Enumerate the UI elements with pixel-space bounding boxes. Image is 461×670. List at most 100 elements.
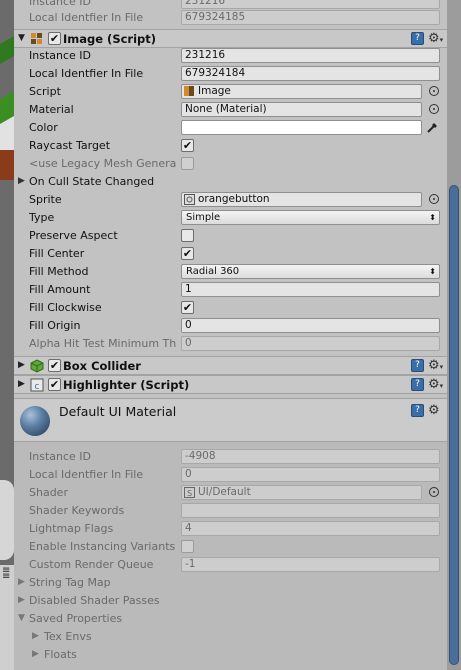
component-enabled-checkbox[interactable]: ✔ <box>48 359 61 372</box>
foldout-closed-icon[interactable]: ▶ <box>18 577 25 587</box>
material-preview-sphere <box>20 406 50 436</box>
tex-envs-row[interactable]: ▶ Tex Envs <box>14 628 447 646</box>
disabled-passes-label: Disabled Shader Passes <box>29 594 160 607</box>
saved-props-row[interactable]: ▼ Saved Properties <box>14 610 447 628</box>
alpha-hit-field[interactable]: 0 <box>181 336 440 351</box>
local-id-field[interactable]: 0 <box>181 467 440 482</box>
image-script-header[interactable]: ▼ ✔ Image (Script) ? ⚙▾ <box>14 29 447 48</box>
help-book-icon[interactable]: ? <box>411 404 424 417</box>
on-cull-label: On Cull State Changed <box>29 175 155 188</box>
gear-icon[interactable]: ⚙▾ <box>428 31 443 46</box>
csharp-script-icon: c <box>30 378 44 392</box>
foldout-closed-icon[interactable]: ▶ <box>32 631 39 641</box>
sprite-icon <box>184 194 195 205</box>
material-field[interactable]: None (Material) <box>181 102 422 117</box>
fill-origin-row: Fill Origin 0 <box>14 317 447 335</box>
sprite-field[interactable]: orangebutton <box>181 192 422 207</box>
svg-text:c: c <box>35 382 40 392</box>
menu-icon[interactable]: ≡ ≡ <box>2 566 10 582</box>
color-swatch[interactable] <box>181 120 422 135</box>
instancing-label: Enable Instancing Variants <box>29 540 176 553</box>
fill-clockwise-label: Fill Clockwise <box>29 301 102 314</box>
fill-center-row: Fill Center ✔ <box>14 245 447 263</box>
dropdown-arrow-icon: ⬍ <box>429 267 436 276</box>
instance-id-field[interactable]: -4908 <box>181 449 440 464</box>
component-title: Box Collider <box>63 359 141 373</box>
local-id-field[interactable]: 679324184 <box>181 66 440 81</box>
local-id-label: Local Identfier In File <box>29 11 144 24</box>
instance-id-field[interactable]: 231216 <box>181 0 440 9</box>
help-book-icon[interactable]: ? <box>411 378 424 391</box>
local-id-field[interactable]: 679324185 <box>181 10 440 25</box>
object-picker-icon[interactable] <box>429 487 439 497</box>
raycast-checkbox[interactable]: ✔ <box>181 139 194 152</box>
inspector-scrollbar[interactable] <box>447 0 461 670</box>
script-row: Script Image <box>14 83 447 101</box>
gear-icon[interactable]: ⚙ <box>428 403 440 418</box>
render-queue-label: Custom Render Queue <box>29 558 154 571</box>
fill-method-dropdown[interactable]: Radial 360 ⬍ <box>181 264 440 279</box>
foldout-closed-icon[interactable]: ▶ <box>18 595 25 605</box>
alpha-hit-row: Alpha Hit Test Minimum Th 0 <box>14 335 447 353</box>
local-id-label: Local Identfier In File <box>29 468 144 481</box>
instance-id-label: Instance ID <box>29 49 91 62</box>
legacy-mesh-checkbox[interactable] <box>181 157 194 170</box>
fill-origin-field[interactable]: 0 <box>181 318 440 333</box>
fill-clockwise-row: Fill Clockwise ✔ <box>14 299 447 317</box>
help-book-icon[interactable]: ? <box>411 359 424 372</box>
instancing-checkbox[interactable] <box>181 540 194 553</box>
lightmap-flags-field[interactable]: 4 <box>181 521 440 536</box>
component-enabled-checkbox[interactable]: ✔ <box>48 378 61 391</box>
shader-field[interactable]: S UI/Default <box>181 485 422 500</box>
type-dropdown[interactable]: Simple ⬍ <box>181 210 440 225</box>
fill-method-row: Fill Method Radial 360 ⬍ <box>14 263 447 281</box>
fill-amount-field[interactable]: 1 <box>181 282 440 297</box>
raycast-label: Raycast Target <box>29 139 111 152</box>
shader-icon: S <box>184 487 195 498</box>
box-collider-header[interactable]: ▶ ✔ Box Collider ? ⚙▾ <box>14 356 447 375</box>
fill-amount-row: Fill Amount 1 <box>14 281 447 299</box>
fill-center-checkbox[interactable]: ✔ <box>181 247 194 260</box>
on-cull-row[interactable]: ▶ On Cull State Changed <box>14 173 447 191</box>
object-picker-icon[interactable] <box>429 194 439 204</box>
help-book-icon[interactable]: ? <box>411 32 424 45</box>
material-title: Default UI Material <box>59 404 177 419</box>
render-queue-row: Custom Render Queue -1 <box>14 556 447 574</box>
scrollbar-thumb[interactable] <box>449 185 459 665</box>
fill-amount-label: Fill Amount <box>29 283 91 296</box>
highlighter-header[interactable]: ▶ c ✔ Highlighter (Script) ? ⚙▾ <box>14 375 447 394</box>
scene-view-strip: ≡ ≡ <box>0 0 14 670</box>
string-tag-row[interactable]: ▶ String Tag Map <box>14 574 447 592</box>
fill-method-label: Fill Method <box>29 265 89 278</box>
gear-icon[interactable]: ⚙▾ <box>428 358 443 373</box>
object-picker-icon[interactable] <box>429 104 439 114</box>
preserve-aspect-label: Preserve Aspect <box>29 229 118 242</box>
foldout-closed-icon[interactable]: ▶ <box>18 176 25 186</box>
lightmap-flags-row: Lightmap Flags 4 <box>14 520 447 538</box>
gear-icon[interactable]: ⚙▾ <box>428 377 443 392</box>
preserve-aspect-checkbox[interactable] <box>181 229 194 242</box>
fill-clockwise-checkbox[interactable]: ✔ <box>181 301 194 314</box>
render-queue-field[interactable]: -1 <box>181 557 440 572</box>
floats-label: Floats <box>44 648 77 661</box>
foldout-open-icon[interactable]: ▼ <box>18 613 25 623</box>
alpha-hit-label: Alpha Hit Test Minimum Th <box>29 337 177 350</box>
foldout-closed-icon[interactable]: ▶ <box>18 360 25 370</box>
floats-row[interactable]: ▶ Floats <box>14 646 447 664</box>
shader-keywords-field[interactable] <box>181 503 440 518</box>
foldout-open-icon[interactable]: ▼ <box>18 33 25 43</box>
instance-id-field[interactable]: 231216 <box>181 48 440 63</box>
disabled-passes-row[interactable]: ▶ Disabled Shader Passes <box>14 592 447 610</box>
lightmap-flags-label: Lightmap Flags <box>29 522 114 535</box>
sprite-label: Sprite <box>29 193 62 206</box>
material-header[interactable]: Default UI Material ? ⚙ <box>14 398 447 442</box>
component-enabled-checkbox[interactable]: ✔ <box>48 32 61 45</box>
script-field[interactable]: Image <box>181 84 422 99</box>
foldout-closed-icon[interactable]: ▶ <box>18 379 25 389</box>
object-picker-icon[interactable] <box>429 86 439 96</box>
legacy-mesh-label: <use Legacy Mesh Genera <box>29 157 177 170</box>
prev-local-id-row: Local Identfier In File 679324185 <box>14 9 447 27</box>
foldout-closed-icon[interactable]: ▶ <box>32 649 39 659</box>
fill-origin-label: Fill Origin <box>29 319 81 332</box>
eyedropper-icon[interactable] <box>426 120 440 138</box>
